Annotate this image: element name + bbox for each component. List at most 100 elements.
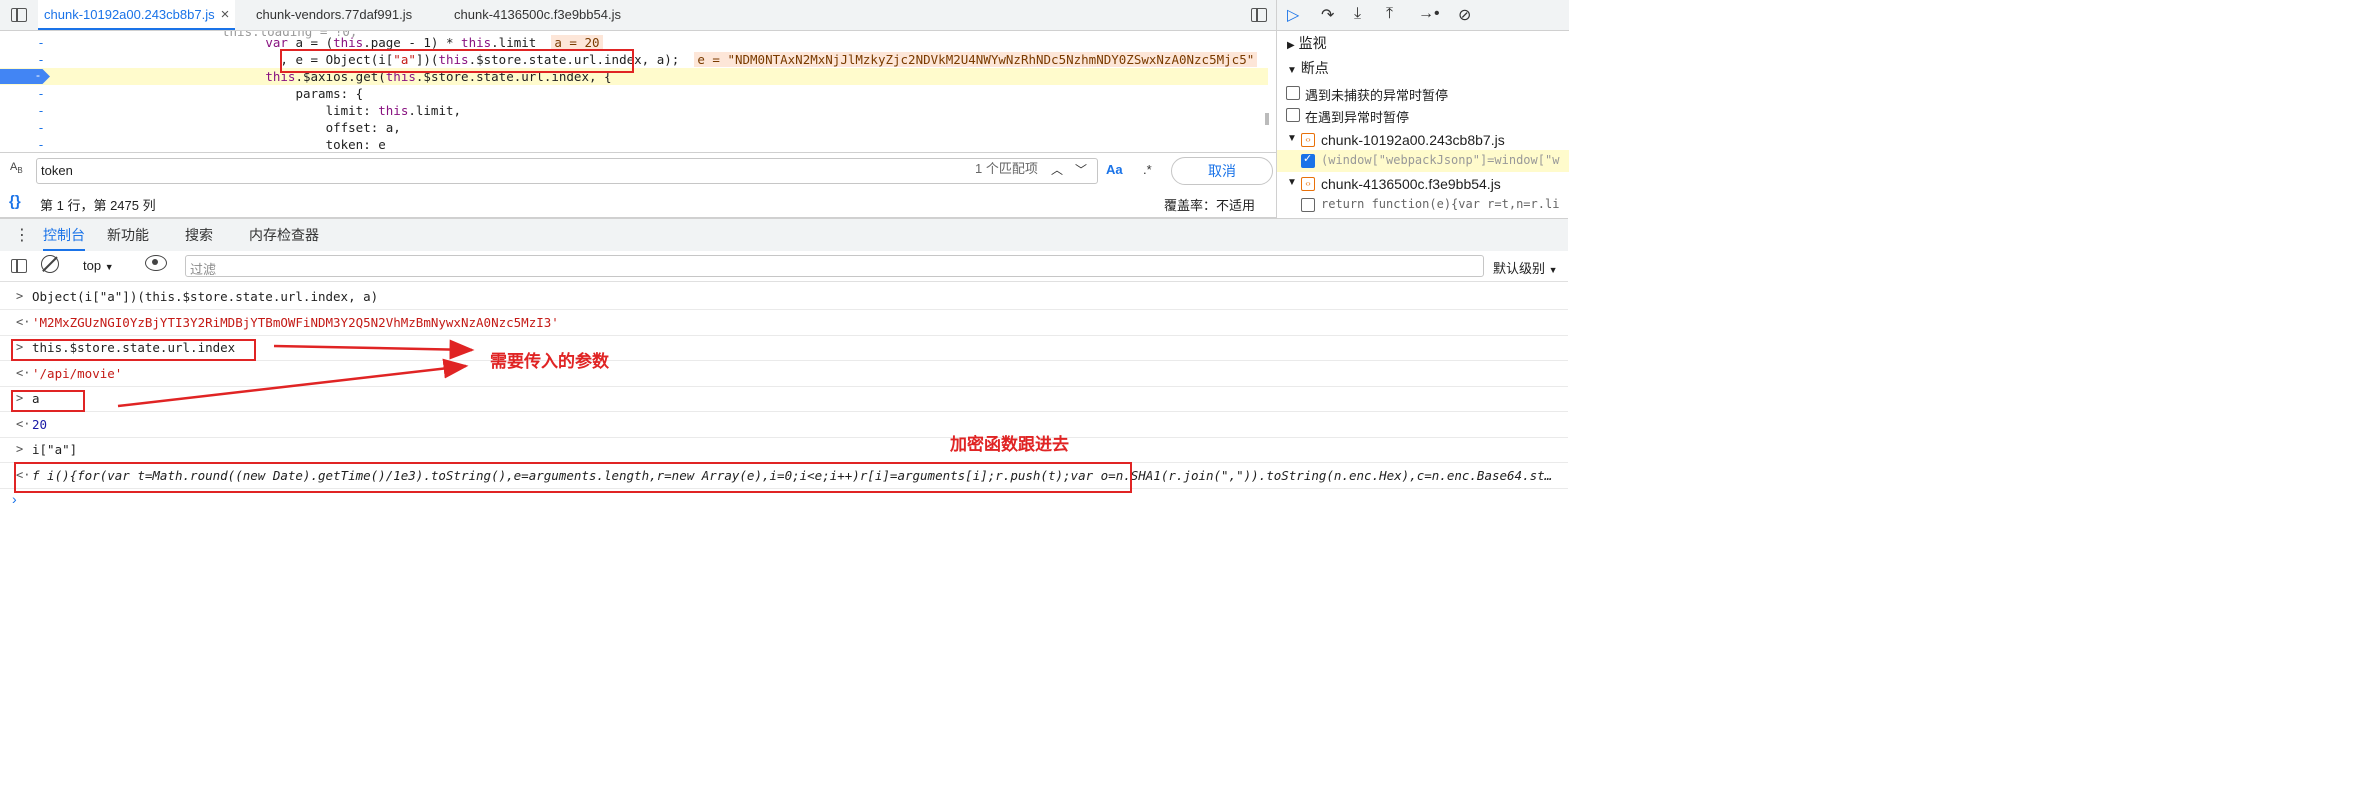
annotation-box-object-call	[280, 49, 634, 73]
pause-caught-checkbox[interactable]	[1286, 108, 1300, 122]
console-result-row[interactable]: <· 20	[0, 412, 1568, 438]
breakpoint-file-name: chunk-4136500c.f3e9bb54.js	[1321, 176, 1501, 192]
console-input-row[interactable]: > i["a"]	[0, 437, 1568, 463]
replace-toggle-icon[interactable]: AB	[10, 161, 23, 175]
code-text: params: {	[160, 86, 364, 101]
tab-whats-new[interactable]: 新功能	[107, 219, 149, 251]
line-gutter-marker[interactable]: -	[34, 34, 48, 51]
line-gutter-marker[interactable]: -	[34, 119, 48, 136]
step-out-icon[interactable]: ⤒	[1386, 5, 1393, 23]
regex-button[interactable]: .*	[1143, 162, 1152, 177]
js-file-icon: ‹›	[1301, 177, 1315, 191]
result-arrow-icon: <·	[16, 314, 31, 329]
step-icon[interactable]: →•	[1418, 5, 1440, 23]
console-input-row[interactable]: > Object(i["a"])(this.$store.state.url.in…	[0, 284, 1568, 310]
collapse-arrow-icon[interactable]: ▼	[1287, 133, 1297, 144]
search-input[interactable]: token	[36, 158, 1098, 184]
pretty-print-icon[interactable]: {}	[9, 193, 21, 210]
input-chevron-icon: >	[16, 442, 24, 456]
console-text: i["a"]	[32, 442, 78, 457]
console-toolbar: top ▼ 过滤 默认级别 ▼	[0, 251, 1568, 282]
watch-section[interactable]: ▶ 监视	[1287, 33, 1327, 53]
breakpoint-checkbox[interactable]	[1301, 198, 1315, 212]
tab-console[interactable]: 控制台	[43, 219, 85, 251]
tab-search[interactable]: 搜索	[185, 219, 213, 251]
close-tab-icon[interactable]: ×	[221, 6, 230, 23]
breakpoint-item[interactable]: (window["webpackJsonp"]=window["w	[1277, 150, 1569, 172]
annotation-params-note: 需要传入的参数	[490, 352, 609, 371]
console-result-row[interactable]: <· '/api/movie'	[0, 361, 1568, 387]
editor-scrollbar[interactable]	[1265, 113, 1269, 125]
input-chevron-icon: >	[16, 289, 24, 303]
collapse-arrow-icon: ▼	[1287, 65, 1297, 76]
line-gutter-marker[interactable]: -	[34, 51, 48, 68]
tab-chunk-vendors[interactable]: chunk-vendors.77daf991.js	[250, 0, 418, 30]
result-arrow-icon: <·	[16, 365, 31, 380]
editor-status-bar: {} 第 1 行，第 2475 列 覆盖率：不适用	[0, 189, 1276, 218]
breakpoints-section[interactable]: ▼ 断点	[1287, 58, 1329, 78]
resume-icon[interactable]: ▷	[1287, 5, 1299, 25]
line-gutter-marker[interactable]: -	[34, 85, 48, 102]
debugger-sidebar: ▷ ↷ ⤓ ⤒ →• ⊘ ▶ 监视 ▼ 断点 遇到未捕获的异常时暂停 在遇到异常…	[1276, 0, 1569, 218]
js-file-icon: ‹›	[1301, 133, 1315, 147]
breakpoint-file-name: chunk-10192a00.243cb8b7.js	[1321, 132, 1505, 148]
pause-caught-label: 在遇到异常时暂停	[1305, 110, 1410, 125]
log-levels-dropdown[interactable]: 默认级别 ▼	[1493, 258, 1558, 277]
code-line[interactable]: - params: {	[0, 85, 1268, 102]
breakpoint-code: return function(e){var r=t,n=r.li	[1321, 197, 1560, 211]
step-into-icon[interactable]: ⤓	[1354, 5, 1361, 23]
result-arrow-icon: <·	[16, 416, 31, 431]
cancel-search-button[interactable]: 取消	[1171, 157, 1273, 185]
breakpoint-checkbox[interactable]	[1301, 152, 1315, 168]
match-case-button[interactable]: Aa	[1106, 162, 1123, 177]
console-result-row[interactable]: <· 'M2MxZGUzNGI0YzBjYTI3Y2RiMDBjYTBmOWFiN…	[0, 310, 1568, 336]
expand-arrow-icon: ▶	[1287, 40, 1295, 51]
search-bar: AB token 1 个匹配项 ︿ ﹀ Aa .* 取消	[0, 152, 1276, 190]
collapse-arrow-icon[interactable]: ▼	[1287, 177, 1297, 188]
breakpoint-code: (window["webpackJsonp"]=window["w	[1321, 153, 1560, 167]
code-editor[interactable]: this.loading = !0; - var a = (this.page …	[0, 31, 1268, 151]
pause-uncaught-checkbox[interactable]	[1286, 86, 1300, 100]
breakpoint-marker[interactable]: -	[0, 69, 50, 84]
clear-console-icon[interactable]	[41, 255, 59, 273]
code-text: token: e	[160, 137, 386, 151]
previous-match-icon[interactable]: ︿	[1046, 160, 1068, 180]
line-gutter-marker[interactable]: -	[34, 102, 48, 119]
console-prompt-icon[interactable]: ›	[12, 491, 17, 507]
breakpoint-item[interactable]: return function(e){var r=t,n=r.li	[1277, 194, 1569, 216]
context-selector[interactable]: top ▼	[83, 258, 114, 273]
more-tabs-icon[interactable]: ⋮	[14, 225, 30, 245]
step-over-icon[interactable]: ↷	[1321, 5, 1334, 25]
code-line[interactable]: - limit: this.limit,	[0, 102, 1268, 119]
line-gutter-marker[interactable]: -	[34, 136, 48, 151]
drawer-tab-bar: ⋮ 控制台 新功能 搜索 内存检查器	[0, 218, 1568, 252]
toggle-debugger-icon[interactable]	[1251, 8, 1267, 22]
dropdown-arrow-icon: ▼	[1548, 265, 1558, 275]
console-text: 'M2MxZGUzNGI0YzBjYTI3Y2RiMDBjYTBmOWFiNDM…	[32, 314, 559, 330]
toggle-navigator-icon[interactable]	[11, 8, 27, 22]
code-line[interactable]: - this.$axios.get(this.$store.state.url.…	[0, 68, 1268, 85]
tab-label: chunk-vendors.77daf991.js	[256, 7, 413, 22]
dropdown-arrow-icon: ▼	[104, 262, 114, 272]
tab-memory-inspector[interactable]: 内存检查器	[249, 219, 319, 251]
code-line[interactable]: - var a = (this.page - 1) * this.limit a…	[0, 34, 1268, 51]
tab-chunk-10192a00[interactable]: chunk-10192a00.243cb8b7.js ×	[38, 0, 236, 30]
breakpoint-line-number: -	[36, 68, 40, 82]
console-sidebar-icon[interactable]	[11, 259, 27, 273]
code-line[interactable]: - token: e	[0, 136, 1268, 151]
match-count: 1 个匹配项	[975, 161, 1038, 176]
tab-chunk-4136500c[interactable]: chunk-4136500c.f3e9bb54.js	[448, 0, 627, 30]
next-match-icon[interactable]: ﹀	[1070, 160, 1092, 180]
annotation-encrypt-note: 加密函数跟进去	[950, 435, 1069, 454]
live-expression-eye-icon[interactable]	[145, 255, 167, 271]
search-value: token	[41, 163, 73, 178]
annotation-box-a	[11, 390, 85, 412]
console-filter-input[interactable]: 过滤	[185, 255, 1484, 277]
annotation-box-url-index	[11, 339, 256, 361]
code-line[interactable]: - , e = Object(i["a"])(this.$store.state…	[0, 51, 1268, 68]
console-input-row[interactable]: > a	[0, 386, 1568, 412]
deactivate-breakpoints-icon[interactable]: ⊘	[1458, 5, 1471, 25]
code-line[interactable]: - offset: a,	[0, 119, 1268, 136]
filter-placeholder: 过滤	[190, 262, 217, 277]
annotation-box-encrypt-function	[14, 462, 1132, 493]
